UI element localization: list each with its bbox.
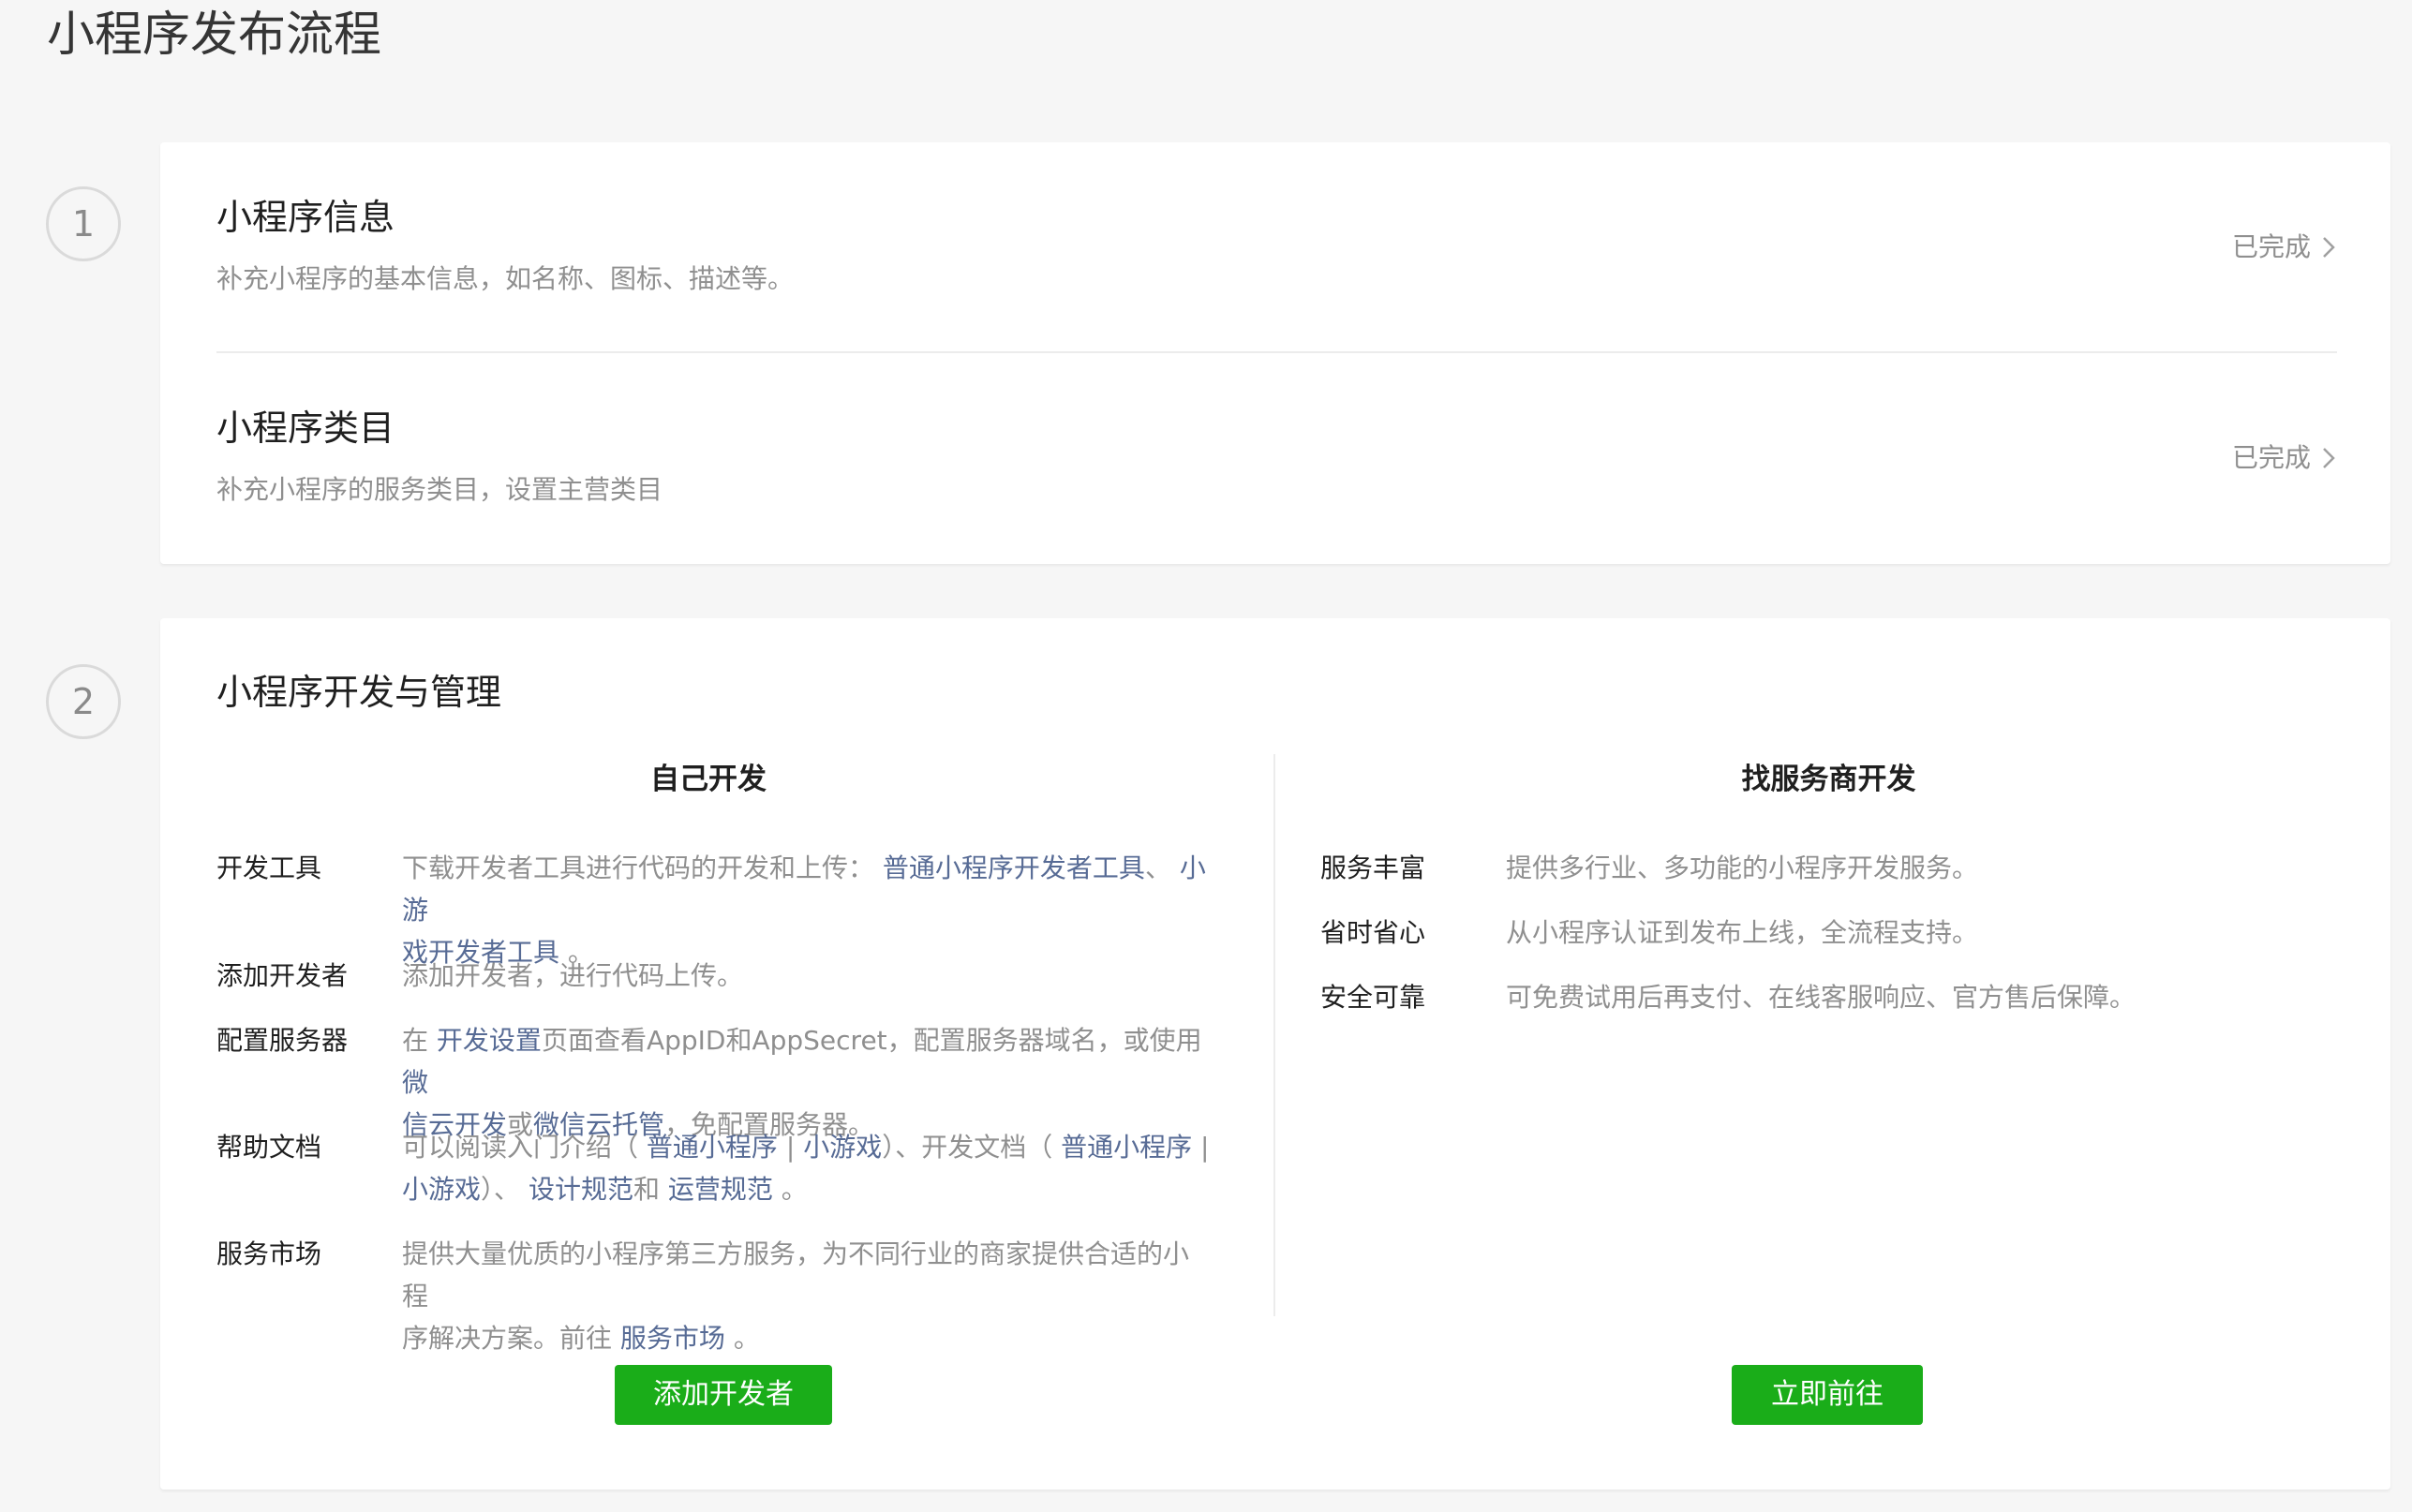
miniprogram-info-title: 小程序信息: [216, 197, 395, 238]
feature-safe-reliable: 安全可靠 可免费试用后再支付、在线客服响应、官方售后保障。: [1320, 976, 2337, 1018]
intro-regular-link[interactable]: 普通小程序: [647, 1132, 778, 1163]
docs-game-link[interactable]: 小游戏: [402, 1174, 481, 1205]
status-label: 已完成: [2231, 442, 2311, 473]
chevron-right-icon: [2323, 237, 2335, 258]
dev-settings-link[interactable]: 开发设置: [437, 1025, 542, 1056]
step-2-indicator: 2: [46, 664, 121, 739]
text-segment: 在: [402, 1025, 429, 1056]
feature-text: 提供多行业、多功能的小程序开发服务。: [1506, 852, 1979, 883]
feature-label: 安全可靠: [1320, 982, 1426, 1013]
miniprogram-category-desc: 补充小程序的服务类目，设置主营类目: [216, 474, 663, 505]
miniprogram-info-status[interactable]: 已完成: [2232, 229, 2337, 266]
dev-management-title: 小程序开发与管理: [216, 672, 502, 713]
feature-time-saving: 省时省心 从小程序认证到发布上线，全流程支持。: [1320, 912, 2337, 954]
ops-guide-link[interactable]: 运营规范: [668, 1174, 773, 1205]
feature-text: 提供大量优质的小程序第三方服务，为不同行业的商家提供合适的小程 序解决方案。前往 …: [402, 1233, 1210, 1359]
text-segment: 下载开发者工具进行代码的开发和上传：: [402, 852, 875, 883]
text-segment: |: [1200, 1132, 1210, 1163]
self-dev-title: 自己开发: [650, 763, 767, 796]
design-guide-link[interactable]: 设计规范: [529, 1174, 633, 1205]
feature-label: 添加开发者: [216, 960, 349, 991]
feature-text: 从小程序认证到发布上线，全流程支持。: [1506, 917, 1979, 948]
publish-flow-page: 小程序发布流程 1 2 小程序信息 补充小程序的基本信息，如名称、图标、描述等。…: [0, 0, 2412, 1512]
add-developer-button[interactable]: 添加开发者: [615, 1365, 832, 1425]
go-now-button[interactable]: 立即前往: [1732, 1365, 1923, 1425]
text-segment: 提供大量优质的小程序第三方服务，为不同行业的商家提供合适的小程: [402, 1238, 1190, 1312]
text-segment: ）、开发文档（: [882, 1132, 1053, 1163]
feature-rich-services: 服务丰富 提供多行业、多功能的小程序开发服务。: [1320, 847, 2337, 889]
regular-devtools-link[interactable]: 普通小程序开发者工具: [883, 852, 1145, 883]
feature-add-developer: 添加开发者 添加开发者，进行代码上传。: [216, 955, 1210, 997]
miniprogram-info-desc: 补充小程序的基本信息，如名称、图标、描述等。: [216, 263, 795, 294]
feature-label: 帮助文档: [216, 1132, 322, 1163]
miniprogram-info-row[interactable]: 小程序信息 补充小程序的基本信息，如名称、图标、描述等。 已完成: [216, 142, 2337, 353]
service-market-link[interactable]: 服务市场: [620, 1323, 725, 1354]
text-segment: ）、: [481, 1174, 521, 1205]
feature-label: 服务丰富: [1320, 852, 1426, 883]
feature-label: 服务市场: [216, 1238, 322, 1269]
feature-text: 可免费试用后再支付、在线客服响应、官方售后保障。: [1506, 982, 2137, 1013]
feature-text: 可以阅读入门介绍（ 普通小程序 | 小游戏）、开发文档（ 普通小程序 | 小游戏）…: [402, 1126, 1209, 1210]
text-segment: 、: [1144, 852, 1171, 883]
text-segment: 。: [733, 1323, 760, 1354]
miniprogram-category-status[interactable]: 已完成: [2232, 439, 2337, 477]
feature-label: 省时省心: [1320, 917, 1426, 948]
chevron-right-icon: [2323, 448, 2335, 468]
step-2-card: 小程序开发与管理 自己开发 找服务商开发 开发工具 下载开发者工具进行代码的开发…: [160, 618, 2390, 1490]
column-divider: [1273, 754, 1275, 1316]
step-1-card: 小程序信息 补充小程序的基本信息，如名称、图标、描述等。 已完成 小程序类目 补…: [160, 142, 2390, 564]
page-title: 小程序发布流程: [47, 7, 382, 63]
text-segment: 。: [781, 1174, 808, 1205]
miniprogram-category-title: 小程序类目: [216, 408, 395, 449]
provider-dev-title: 找服务商开发: [1741, 763, 1916, 796]
text-segment: |: [785, 1132, 796, 1163]
text-segment: 和: [633, 1174, 660, 1205]
miniprogram-category-row[interactable]: 小程序类目 补充小程序的服务类目，设置主营类目 已完成: [216, 353, 2337, 564]
text-segment: 序解决方案。前往: [402, 1323, 613, 1354]
feature-service-market: 服务市场 提供大量优质的小程序第三方服务，为不同行业的商家提供合适的小程序解决方…: [216, 1233, 1210, 1359]
text-segment: 可以阅读入门介绍（: [402, 1132, 639, 1163]
feature-help-docs: 帮助文档 可以阅读入门介绍（ 普通小程序 | 小游戏）、开发文档（ 普通小程序 …: [216, 1126, 1210, 1210]
feature-text: 添加开发者，进行代码上传。: [402, 960, 744, 991]
cloud-dev-link[interactable]: 微: [402, 1067, 428, 1098]
status-label: 已完成: [2231, 231, 2311, 262]
step-1-indicator: 1: [46, 186, 121, 261]
intro-game-link[interactable]: 小游戏: [803, 1132, 882, 1163]
text-segment: 页面查看AppID和AppSecret，配置服务器域名，或使用: [541, 1025, 1202, 1056]
docs-regular-link[interactable]: 普通小程序: [1061, 1132, 1192, 1163]
